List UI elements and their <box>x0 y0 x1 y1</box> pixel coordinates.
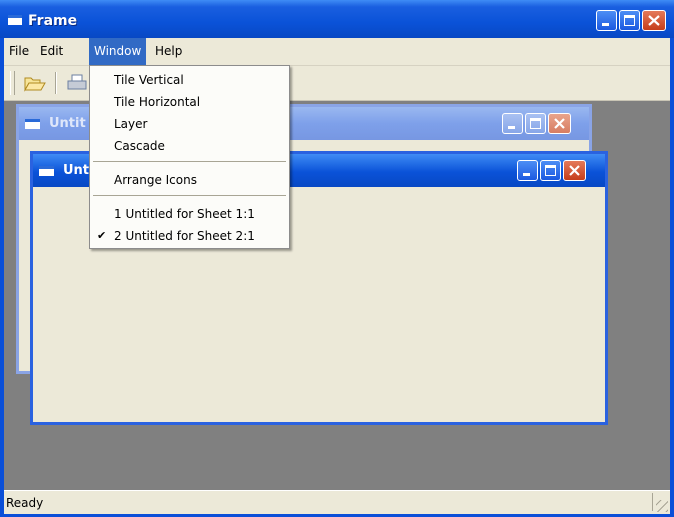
minimize-icon <box>602 23 609 26</box>
maximize-icon <box>545 165 556 176</box>
close-button[interactable] <box>548 113 571 134</box>
status-text: Ready <box>6 496 44 510</box>
menu-item-layer[interactable]: Layer <box>90 113 289 135</box>
menu-separator <box>93 161 286 162</box>
window-title: Frame <box>28 13 78 29</box>
menu-file[interactable]: File <box>4 38 34 65</box>
child-window-title: Unt <box>63 163 90 178</box>
maximize-button[interactable] <box>525 113 546 134</box>
close-icon <box>554 118 565 129</box>
print-icon[interactable] <box>66 74 88 92</box>
menu-window[interactable]: Window <box>89 38 147 65</box>
menu-item-arrange-icons[interactable]: Arrange Icons <box>90 169 289 191</box>
menu-separator <box>93 195 286 196</box>
resize-grip[interactable] <box>656 500 668 512</box>
minimize-button[interactable] <box>517 160 538 181</box>
close-button[interactable] <box>563 160 586 181</box>
close-button[interactable] <box>642 10 666 31</box>
maximize-button[interactable] <box>540 160 561 181</box>
status-bar: Ready <box>4 490 670 514</box>
menu-item-window-2-row[interactable]: ✔ 2 Untitled for Sheet 2:1 <box>90 225 289 247</box>
toolbar-separator <box>55 72 57 94</box>
window-icon <box>25 119 40 129</box>
toolbar-grip[interactable] <box>10 71 15 95</box>
minimize-button[interactable] <box>596 10 617 31</box>
minimize-icon <box>508 126 515 129</box>
status-divider <box>652 493 653 511</box>
menu-item-cascade[interactable]: Cascade <box>90 135 289 157</box>
close-icon <box>569 165 580 176</box>
menu-item-tile-horizontal[interactable]: Tile Horizontal <box>90 91 289 113</box>
child-window-title: Untit <box>49 116 86 131</box>
menu-help[interactable]: Help <box>150 38 187 65</box>
maximize-button[interactable] <box>619 10 640 31</box>
open-folder-icon[interactable] <box>24 74 46 92</box>
menu-item-window-1[interactable]: 1 Untitled for Sheet 1:1 <box>90 203 289 225</box>
menu-edit[interactable]: Edit <box>35 38 68 65</box>
window-icon <box>8 15 22 25</box>
maximize-icon <box>624 15 635 26</box>
menu-item-tile-vertical[interactable]: Tile Vertical <box>90 69 289 91</box>
minimize-button[interactable] <box>502 113 523 134</box>
window-icon <box>39 166 54 176</box>
menu-bar: File Edit Window Help <box>4 38 670 66</box>
window-menu-dropdown: Tile Vertical Tile Horizontal Layer Casc… <box>89 65 290 249</box>
menu-item-window-2: 2 Untitled for Sheet 2:1 <box>114 229 255 243</box>
minimize-icon <box>523 173 530 176</box>
checkmark-icon: ✔ <box>97 229 107 242</box>
close-icon <box>648 15 660 26</box>
title-bar[interactable]: Frame <box>0 0 674 38</box>
maximize-icon <box>530 118 541 129</box>
